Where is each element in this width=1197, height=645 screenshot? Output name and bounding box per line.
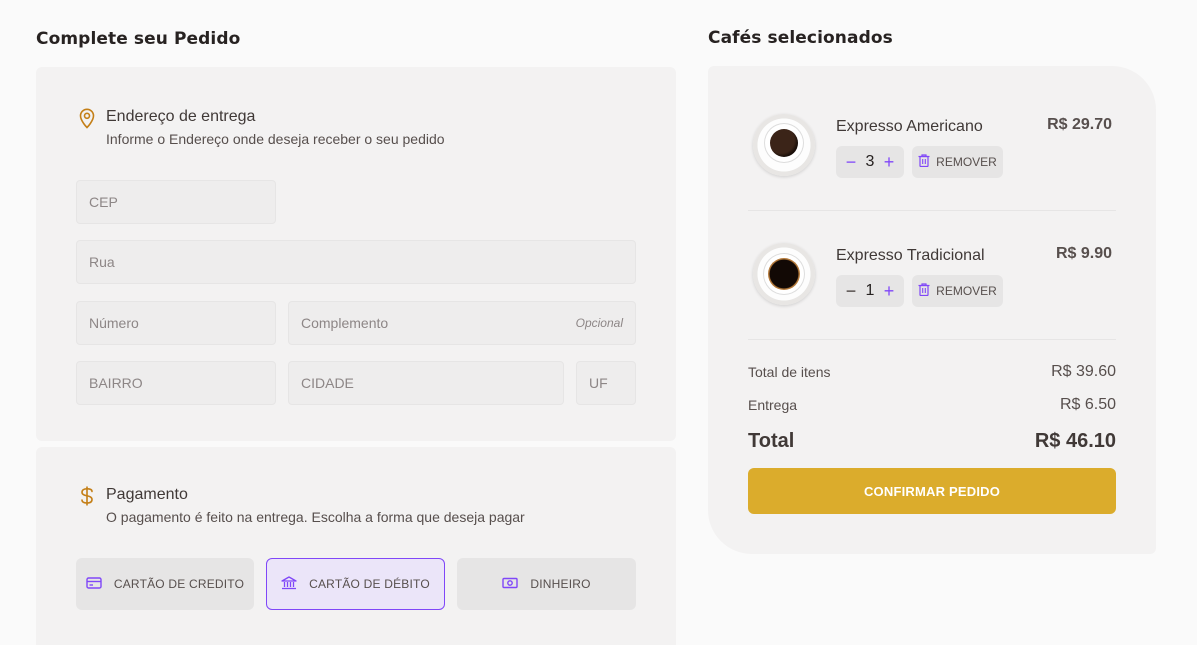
street-placeholder: Rua (89, 254, 115, 270)
debit-card-label: CARTÃO DE DÉBITO (309, 577, 430, 591)
item-name: Expresso Tradicional (836, 247, 985, 264)
city-input[interactable]: CIDADE (288, 361, 564, 405)
credit-card-option[interactable]: CARTÃO DE CREDITO (76, 558, 254, 610)
neighborhood-input[interactable]: BAIRRO (76, 361, 276, 405)
confirm-order-button[interactable]: CONFIRMAR PEDIDO (748, 468, 1116, 514)
cash-option[interactable]: DINHEIRO (457, 558, 636, 610)
coffee-image (753, 114, 815, 176)
map-pin-icon (78, 107, 96, 129)
cash-label: DINHEIRO (530, 577, 591, 591)
city-placeholder: CIDADE (301, 375, 354, 391)
remove-label: REMOVER (936, 155, 997, 169)
remove-button[interactable]: REMOVER (912, 146, 1003, 178)
quantity-value: 3 (865, 153, 875, 170)
delivery-label: Entrega (748, 397, 798, 413)
quantity-stepper: − 1 + (836, 275, 904, 307)
cep-placeholder: CEP (89, 194, 118, 210)
divider (748, 339, 1116, 340)
grand-total-value: R$ 46.10 (1034, 430, 1116, 452)
complement-input[interactable]: Complemento Opcional (288, 301, 636, 345)
neighborhood-placeholder: BAIRRO (89, 375, 143, 391)
number-input[interactable]: Número (76, 301, 276, 345)
address-title: Endereço de entrega (106, 108, 256, 125)
delivery-value: R$ 6.50 (1059, 396, 1116, 413)
item-price: R$ 9.90 (1055, 245, 1112, 262)
state-placeholder: UF (589, 375, 608, 391)
cep-input[interactable]: CEP (76, 180, 276, 224)
items-total-row: Total de itens R$ 39.60 (748, 363, 1116, 381)
payment-subtitle: O pagamento é feito na entrega. Escolha … (106, 509, 525, 525)
optional-hint: Opcional (575, 316, 623, 330)
payment-card: Pagamento O pagamento é feito na entrega… (36, 447, 676, 645)
item-name: Expresso Americano (836, 118, 983, 135)
delivery-row: Entrega R$ 6.50 (748, 396, 1116, 414)
state-input[interactable]: UF (576, 361, 636, 405)
credit-card-icon (86, 576, 102, 592)
grand-total-row: Total R$ 46.10 (748, 430, 1116, 453)
complement-placeholder: Complemento (301, 315, 389, 331)
trash-icon (918, 283, 930, 299)
plus-icon[interactable]: + (882, 153, 896, 171)
grand-total-label: Total (748, 430, 795, 452)
coffee-image (753, 243, 815, 305)
quantity-value: 1 (865, 282, 875, 299)
address-card: Endereço de entrega Informe o Endereço o… (36, 67, 676, 441)
page-title: Complete seu Pedido (36, 29, 241, 49)
address-header: Endereço de entrega Informe o Endereço o… (78, 107, 445, 149)
items-total-value: R$ 39.60 (1051, 363, 1116, 380)
quantity-stepper: − 3 + (836, 146, 904, 178)
item-price: R$ 29.70 (1047, 116, 1112, 133)
cart-card: Expresso Americano R$ 29.70 − 3 + REMOVE… (708, 66, 1156, 554)
minus-icon[interactable]: − (844, 153, 858, 171)
payment-header: Pagamento O pagamento é feito na entrega… (78, 485, 525, 527)
money-icon (502, 577, 519, 592)
address-subtitle: Informe o Endereço onde deseja receber o… (106, 131, 445, 147)
remove-label: REMOVER (936, 284, 997, 298)
bank-icon (281, 575, 297, 593)
debit-card-option[interactable]: CARTÃO DE DÉBITO (266, 558, 445, 610)
plus-icon[interactable]: + (882, 282, 896, 300)
payment-title: Pagamento (106, 486, 188, 503)
cart-item: Expresso Tradicional R$ 9.90 − 1 + REMOV… (748, 243, 1116, 339)
trash-icon (918, 154, 930, 170)
credit-card-label: CARTÃO DE CREDITO (113, 577, 245, 591)
currency-dollar-icon (78, 485, 96, 507)
divider (748, 210, 1116, 211)
cart-title: Cafés selecionados (708, 28, 893, 48)
cart-item: Expresso Americano R$ 29.70 − 3 + REMOVE… (748, 114, 1116, 210)
street-input[interactable]: Rua (76, 240, 636, 284)
minus-icon[interactable]: − (844, 282, 858, 300)
number-placeholder: Número (89, 315, 139, 331)
items-total-label: Total de itens (748, 364, 831, 380)
remove-button[interactable]: REMOVER (912, 275, 1003, 307)
